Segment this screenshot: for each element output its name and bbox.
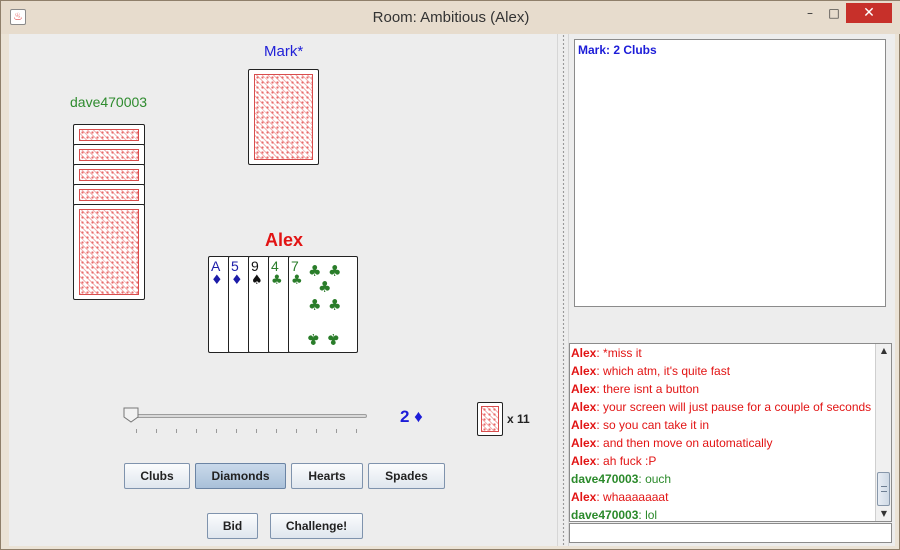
card-back (248, 69, 319, 165)
hand-card[interactable]: 5 ♦ (228, 256, 250, 353)
svg-text:♣: ♣ (318, 278, 331, 296)
diamond-icon: ♦ (211, 273, 223, 288)
chat-scrollbar[interactable]: ▲ ▼ (875, 344, 891, 521)
player-name-top: Mark* (264, 43, 304, 60)
window-title: Room: Ambitious (Alex) (372, 9, 530, 26)
hearts-button[interactable]: Hearts (291, 463, 363, 489)
card-rank: 5 (231, 258, 239, 274)
chat-line: dave470003: ouch (571, 472, 672, 486)
chat-line: Alex: your screen will just pause for a … (571, 400, 872, 414)
card-back (73, 204, 145, 300)
card-rank: 9 (251, 258, 259, 274)
title-bar[interactable]: ♨ Room: Ambitious (Alex) – □ ✕ (1, 1, 900, 34)
chat-line: Alex: there isnt a button (571, 382, 700, 396)
bid-slider[interactable] (127, 414, 367, 418)
club-pips-icon: ♣ ♣ ♣ ♣ ♣ ♣ ♣ (307, 262, 342, 348)
hand-card[interactable]: 4 ♣ (268, 256, 290, 353)
diamonds-button[interactable]: Diamonds (195, 463, 286, 489)
spade-icon: ♠ (251, 273, 263, 288)
scroll-thumb[interactable] (877, 472, 890, 506)
scroll-up-icon[interactable]: ▲ (877, 344, 891, 358)
svg-text:♣: ♣ (328, 296, 341, 314)
chat-line: Alex: and then move on automatically (571, 436, 773, 450)
chat-line: Alex: ah fuck :P (571, 454, 657, 468)
card-back (73, 164, 145, 186)
room-window: ♨ Room: Ambitious (Alex) – □ ✕ Mark* dav… (0, 0, 900, 550)
card-back (73, 144, 145, 166)
spades-button[interactable]: Spades (368, 463, 445, 489)
chat-line: Alex: which atm, it's quite fast (571, 364, 731, 378)
clubs-button[interactable]: Clubs (124, 463, 190, 489)
challenge-button[interactable]: Challenge! (270, 513, 363, 539)
chat-line: Alex: *miss it (571, 346, 642, 360)
game-table: Mark* dave470003 Alex A ♦ 5 ♦ 9 ♠ 4 ♣ 7 … (9, 34, 557, 546)
card-back (73, 184, 145, 206)
svg-text:♣: ♣ (308, 296, 321, 314)
game-log-line: Mark: 2 Clubs (578, 43, 657, 57)
chat-input[interactable] (569, 523, 892, 543)
svg-text:♣: ♣ (307, 330, 320, 348)
chat-line: Alex: whaaaaaaat (571, 490, 669, 504)
minimize-button[interactable]: – (799, 3, 821, 23)
bid-button[interactable]: Bid (207, 513, 258, 539)
slider-thumb[interactable] (123, 407, 139, 423)
deck-count: x 11 (507, 412, 530, 426)
game-log-panel: Mark: 2 Clubs (574, 39, 886, 307)
bid-display: 2 ♦ (400, 407, 423, 426)
split-pane-divider[interactable] (557, 34, 569, 546)
chat-lines: Alex: *miss it Alex: which atm, it's qui… (571, 345, 876, 522)
chat-line: Alex: so you can take it in (571, 418, 710, 432)
chat-log[interactable]: Alex: *miss it Alex: which atm, it's qui… (569, 343, 892, 522)
card-rank: A (211, 258, 221, 274)
hand-card[interactable]: 9 ♠ (248, 256, 270, 353)
card-back (73, 124, 145, 146)
club-icon: ♣ (271, 273, 283, 288)
hand-card[interactable]: 7 ♣ ♣ ♣ ♣ ♣ ♣ ♣ ♣ (288, 256, 358, 353)
svg-text:♣: ♣ (327, 330, 340, 348)
deck-card-back (477, 402, 503, 436)
chat-line: dave470003: lol (571, 508, 658, 522)
diamond-icon: ♦ (231, 273, 243, 288)
client-area: Mark* dave470003 Alex A ♦ 5 ♦ 9 ♠ 4 ♣ 7 … (9, 34, 895, 546)
close-button[interactable]: ✕ (846, 3, 892, 23)
card-rank: 7 (291, 258, 299, 274)
scroll-down-icon[interactable]: ▼ (877, 507, 891, 521)
card-rank: 4 (271, 258, 279, 274)
club-icon: ♣ (291, 273, 303, 288)
hand-card[interactable]: A ♦ (208, 256, 230, 353)
maximize-button[interactable]: □ (823, 3, 845, 23)
player-name-self: Alex (265, 230, 304, 250)
player-name-left: dave470003 (70, 94, 148, 110)
